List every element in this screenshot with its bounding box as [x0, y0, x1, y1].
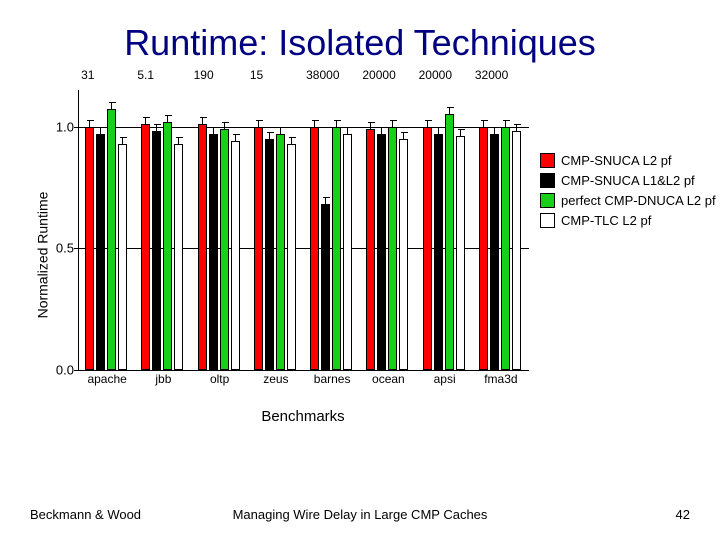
legend-item: CMP-SNUCA L2 pf	[540, 150, 720, 170]
category-label: barnes	[302, 372, 362, 386]
bar	[231, 141, 240, 370]
bar	[501, 127, 510, 370]
legend-swatch	[540, 173, 555, 188]
bar	[479, 127, 488, 370]
category-upper-label: 32000	[475, 68, 535, 82]
plot-area: 0.00.51.031apache5.1jbb190oltp15zeus3800…	[78, 90, 529, 371]
y-tick: 0.0	[49, 363, 74, 378]
bar	[399, 139, 408, 370]
bar	[366, 129, 375, 370]
category-upper-label: 190	[194, 68, 254, 82]
bar	[198, 124, 207, 370]
legend-item: perfect CMP-DNUCA L2 pf	[540, 190, 720, 210]
bar	[332, 127, 341, 370]
category-label: apsi	[415, 372, 475, 386]
bar	[377, 134, 386, 370]
bar	[490, 134, 499, 370]
legend-item: CMP-SNUCA L1&L2 pf	[540, 170, 720, 190]
bar	[445, 114, 454, 370]
bar	[85, 127, 94, 370]
category-upper-label: 31	[81, 68, 141, 82]
category-label: jbb	[133, 372, 193, 386]
category-label: oltp	[190, 372, 250, 386]
category-upper-label: 20000	[419, 68, 479, 82]
bar	[118, 144, 127, 370]
bar	[321, 204, 330, 370]
footer-center: Managing Wire Delay in Large CMP Caches	[0, 507, 720, 522]
footer-right: 42	[676, 507, 690, 522]
category-upper-label: 5.1	[137, 68, 197, 82]
y-tick: 1.0	[49, 119, 74, 134]
page-title: Runtime: Isolated Techniques	[0, 22, 720, 64]
bar	[220, 129, 229, 370]
category-label: zeus	[246, 372, 306, 386]
bar	[265, 139, 274, 370]
bar	[163, 122, 172, 370]
bar	[310, 127, 319, 370]
legend-label: CMP-SNUCA L1&L2 pf	[561, 173, 695, 188]
category-label: ocean	[358, 372, 418, 386]
category-label: apache	[77, 372, 137, 386]
bar	[287, 144, 296, 370]
bar	[96, 134, 105, 370]
bar	[434, 134, 443, 370]
category-upper-label: 15	[250, 68, 310, 82]
bar	[174, 144, 183, 370]
bar	[152, 131, 161, 370]
bar	[254, 127, 263, 370]
bar	[209, 134, 218, 370]
bar	[276, 134, 285, 370]
y-tick: 0.5	[49, 241, 74, 256]
bar	[388, 127, 397, 370]
legend-label: perfect CMP-DNUCA L2 pf	[561, 193, 716, 208]
x-axis-label: Benchmarks	[78, 408, 528, 425]
legend-swatch	[540, 153, 555, 168]
chart: Normalized Runtime 0.00.51.031apache5.1j…	[40, 95, 700, 415]
bar	[141, 124, 150, 370]
category-label: fma3d	[471, 372, 531, 386]
legend-label: CMP-SNUCA L2 pf	[561, 153, 672, 168]
bar	[423, 127, 432, 370]
legend-label: CMP-TLC L2 pf	[561, 213, 651, 228]
legend-item: CMP-TLC L2 pf	[540, 210, 720, 230]
bar	[343, 134, 352, 370]
legend-swatch	[540, 193, 555, 208]
category-upper-label: 20000	[362, 68, 422, 82]
legend: CMP-SNUCA L2 pf CMP-SNUCA L1&L2 pf perfect…	[540, 150, 720, 230]
bar	[512, 131, 521, 370]
category-upper-label: 38000	[306, 68, 366, 82]
bar	[107, 109, 116, 370]
legend-swatch	[540, 213, 555, 228]
bar	[456, 136, 465, 370]
